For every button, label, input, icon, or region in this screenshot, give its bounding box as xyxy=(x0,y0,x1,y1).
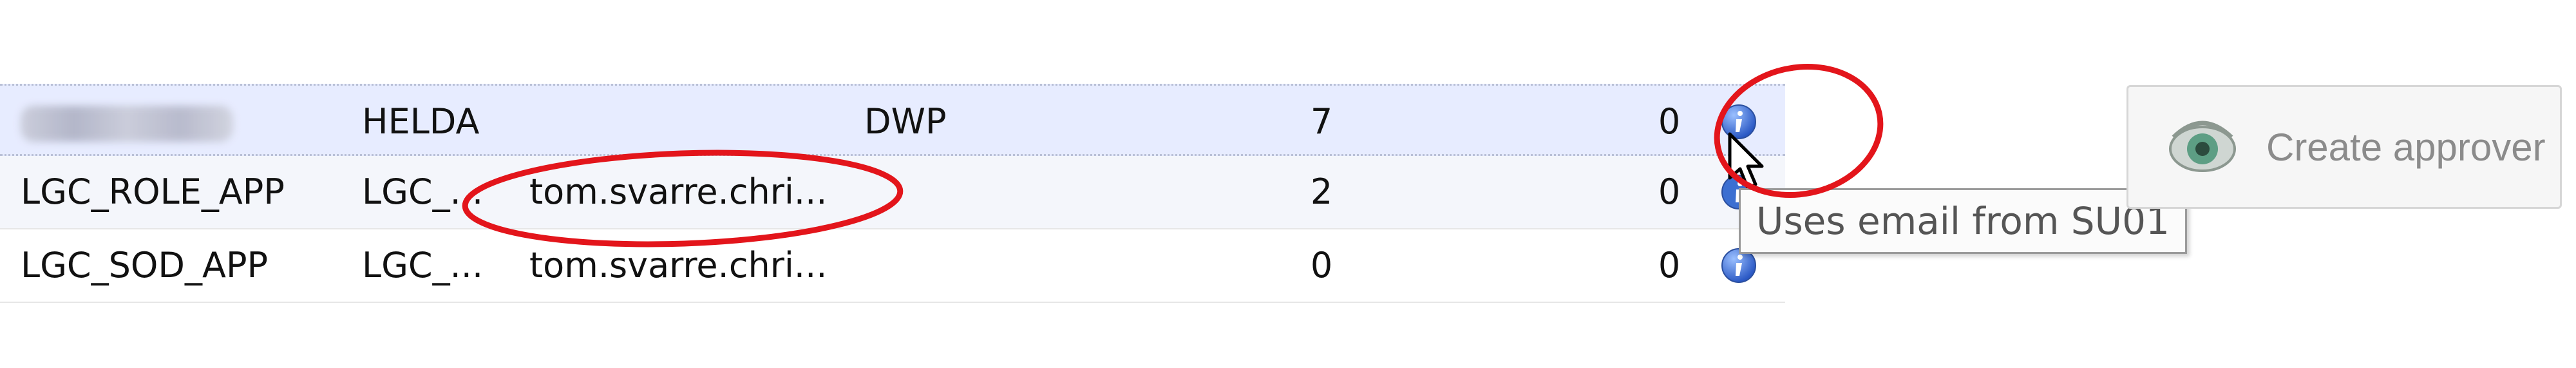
row-count2-cell: 0 xyxy=(1658,171,1681,212)
row-count1-cell: 0 xyxy=(1310,245,1333,286)
row-group-cell: DWP xyxy=(864,101,947,142)
row-system-cell: LGC_... xyxy=(362,171,484,212)
table-row[interactable]: LGC_ROLE_APP LGC_... tom.svarre.chri... … xyxy=(0,156,1785,229)
row-email-cell: tom.svarre.chri... xyxy=(529,245,828,286)
mouse-pointer-icon xyxy=(1728,132,1764,190)
approver-grid: HELDA DWP 7 0 LGC_ROLE_APP LGC_... tom.s… xyxy=(0,84,1785,303)
row-system-cell: LGC_... xyxy=(362,245,484,286)
row-count1-cell: 7 xyxy=(1310,101,1333,142)
row-name-cell xyxy=(21,86,233,158)
table-row[interactable]: HELDA DWP 7 0 xyxy=(0,84,1785,156)
row-system-cell: HELDA xyxy=(362,101,480,142)
row-name-cell: LGC_ROLE_APP xyxy=(21,171,285,212)
eye-icon xyxy=(2169,121,2236,172)
row-count2-cell: 0 xyxy=(1658,245,1681,286)
row-count2-cell: 0 xyxy=(1658,101,1681,142)
table-row[interactable]: LGC_SOD_APP LGC_... tom.svarre.chri... 0… xyxy=(0,229,1785,303)
row-name-cell: LGC_SOD_APP xyxy=(21,245,269,286)
row-count1-cell: 2 xyxy=(1310,171,1333,212)
create-approver-label: Create approver xyxy=(2266,125,2546,169)
row-email-cell: tom.svarre.chri... xyxy=(529,171,828,212)
create-approver-button[interactable]: Create approver xyxy=(2126,85,2562,209)
redacted-name xyxy=(21,106,233,142)
tooltip: Uses email from SU01 xyxy=(1739,188,2187,254)
